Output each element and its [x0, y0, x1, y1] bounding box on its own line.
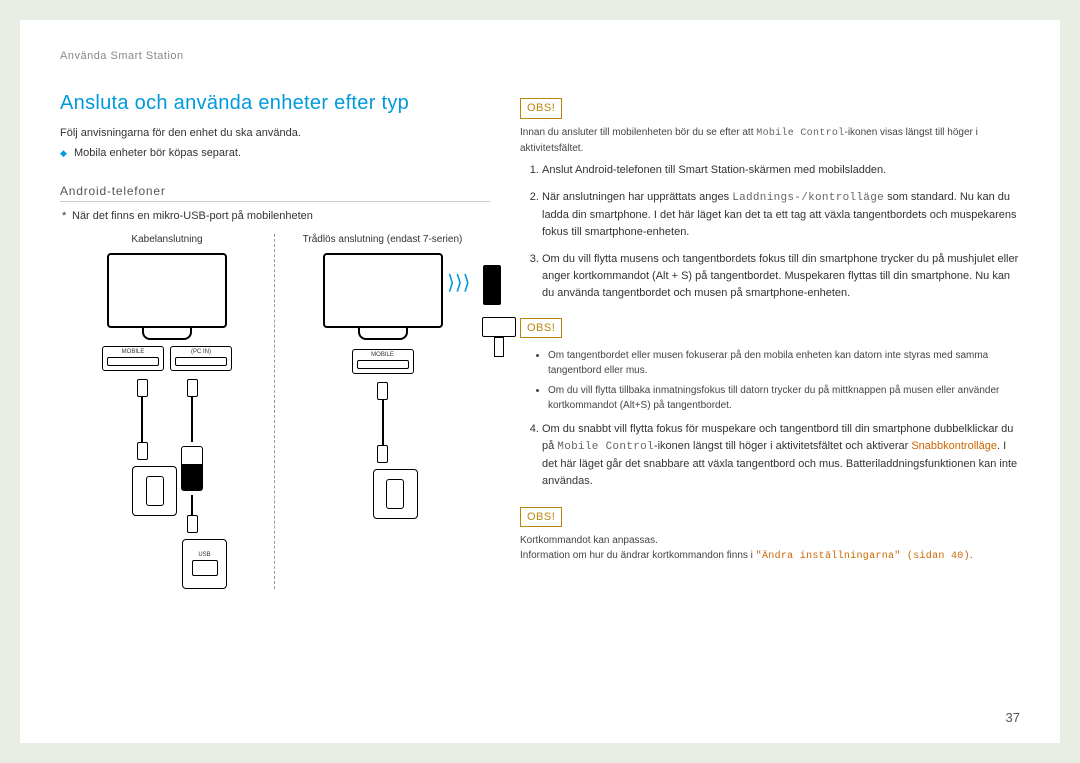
port-slot-icon — [357, 360, 409, 369]
monitor-stand-icon — [358, 328, 408, 340]
port-slot-icon — [107, 357, 159, 366]
obs1-text: Innan du ansluter till mobilenheten bör … — [520, 125, 1020, 156]
port-mobile: MOBILE — [352, 349, 414, 374]
plug-icon — [137, 442, 148, 460]
plug-icon — [137, 379, 148, 397]
port-slot-icon — [175, 357, 227, 366]
monitor-icon: ⟩⟩⟩ — [323, 253, 443, 328]
monitor-icon — [107, 253, 227, 328]
obs3-link: "Ändra inställningarna" (sidan 40) — [756, 551, 970, 562]
step4-mobile-control: Mobile Control — [557, 441, 654, 453]
step-2: När anslutningen har upprättats anges La… — [542, 189, 1020, 241]
obs3-a: Information om hur du ändrar kortkommand… — [520, 550, 756, 561]
obs-badge: OBS! — [520, 318, 562, 339]
diagram-row: Kabelanslutning MOBILE (PC IN) — [60, 234, 490, 589]
port-pcin-label: (PC IN) — [175, 349, 227, 355]
cable-section: USB — [60, 379, 274, 589]
right-column: OBS! Innan du ansluter till mobilenheten… — [520, 92, 1020, 589]
obs2-bullets: Om tangentbordet eller musen fokuserar p… — [520, 348, 1020, 413]
plug-icon — [187, 379, 198, 397]
wire-icon — [191, 495, 193, 515]
usb-note: När det finns en mikro-USB-port på mobil… — [60, 210, 490, 222]
step4-quickmode: Snabbkontrolläge — [911, 440, 997, 452]
phone-icon — [146, 476, 164, 506]
wire-icon — [141, 397, 143, 442]
wifi-icon: ⟩⟩⟩ — [447, 270, 470, 295]
breadcrumb: Använda Smart Station — [60, 50, 1020, 62]
intro-text: Följ anvisningarna för den enhet du ska … — [60, 127, 490, 139]
diagram-wireless: Trådlös anslutning (endast 7-serien) ⟩⟩⟩ — [275, 234, 490, 589]
usb-pc-box: USB — [182, 539, 227, 589]
step2-a: När anslutningen har upprättats anges — [542, 191, 732, 203]
obs2-bullet2: Om du vill flytta tillbaka inmatningsfok… — [548, 383, 1020, 413]
port-row: MOBILE (PC IN) — [60, 346, 274, 371]
cable-wireless — [373, 382, 393, 519]
step-1: Anslut Android-telefonen till Smart Stat… — [542, 162, 1020, 179]
cable-section — [275, 382, 490, 519]
port-mobile-label: MOBILE — [107, 349, 159, 355]
page-title: Ansluta och använda enheter efter typ — [60, 92, 490, 115]
usb-adapter-icon — [181, 446, 203, 491]
android-heading: Android-telefoner — [60, 184, 490, 202]
wire-icon — [191, 397, 193, 442]
wireless-wrap: ⟩⟩⟩ — [323, 253, 443, 340]
wire-icon — [382, 400, 384, 445]
laptop-icon — [482, 317, 516, 337]
monitor-stand-icon — [142, 328, 192, 340]
phone-box — [373, 469, 418, 519]
phone-icon — [386, 479, 404, 509]
plug-icon — [377, 382, 388, 400]
port-mobile-label: MOBILE — [357, 352, 409, 358]
diagram-wired-title: Kabelanslutning — [60, 234, 274, 245]
cable-left — [132, 379, 152, 589]
obs3-c: . — [970, 550, 973, 561]
plug-icon — [187, 515, 198, 533]
steps-list-cont: Om du snabbt vill flytta fokus för muspe… — [520, 421, 1020, 490]
obs1-mobile-control: Mobile Control — [756, 128, 844, 139]
steps-list: Anslut Android-telefonen till Smart Stat… — [520, 162, 1020, 302]
page-number: 37 — [1006, 710, 1020, 725]
obs3-line2: Information om hur du ändrar kortkommand… — [520, 548, 1020, 564]
port-row: MOBILE — [275, 349, 490, 374]
phone-box — [132, 466, 177, 516]
diagram-wireless-title: Trådlös anslutning (endast 7-serien) — [275, 234, 490, 245]
plug-icon — [377, 445, 388, 463]
cable-right: USB — [182, 379, 202, 589]
purchase-note: Mobila enheter bör köpas separat. — [60, 147, 490, 159]
step-4: Om du snabbt vill flytta fokus för muspe… — [542, 421, 1020, 490]
obs-badge: OBS! — [520, 98, 562, 119]
pc-tower-icon — [494, 337, 504, 357]
content-columns: Ansluta och använda enheter efter typ Fö… — [60, 92, 1020, 589]
step-3: Om du vill flytta musens och tangentbord… — [542, 251, 1020, 302]
diagram-wired: Kabelanslutning MOBILE (PC IN) — [60, 234, 275, 589]
step4-c: -ikonen längst till höger i aktivitetsfä… — [654, 440, 911, 452]
port-mobile: MOBILE — [102, 346, 164, 371]
document-page: Använda Smart Station Ansluta och använd… — [20, 20, 1060, 743]
left-column: Ansluta och använda enheter efter typ Fö… — [60, 92, 490, 589]
usb-label: USB — [198, 552, 210, 558]
laptop-icon — [192, 560, 218, 576]
obs3-line1: Kortkommandot kan anpassas. — [520, 533, 1020, 548]
obs2-bullet1: Om tangentbordet eller musen fokuserar p… — [548, 348, 1020, 378]
port-pcin: (PC IN) — [170, 346, 232, 371]
router-icon — [483, 265, 501, 305]
obs1-a: Innan du ansluter till mobilenheten bör … — [520, 127, 756, 138]
step2-mode: Laddnings-/kontrolläge — [732, 192, 884, 204]
obs-badge: OBS! — [520, 507, 562, 528]
side-devices — [482, 315, 516, 360]
